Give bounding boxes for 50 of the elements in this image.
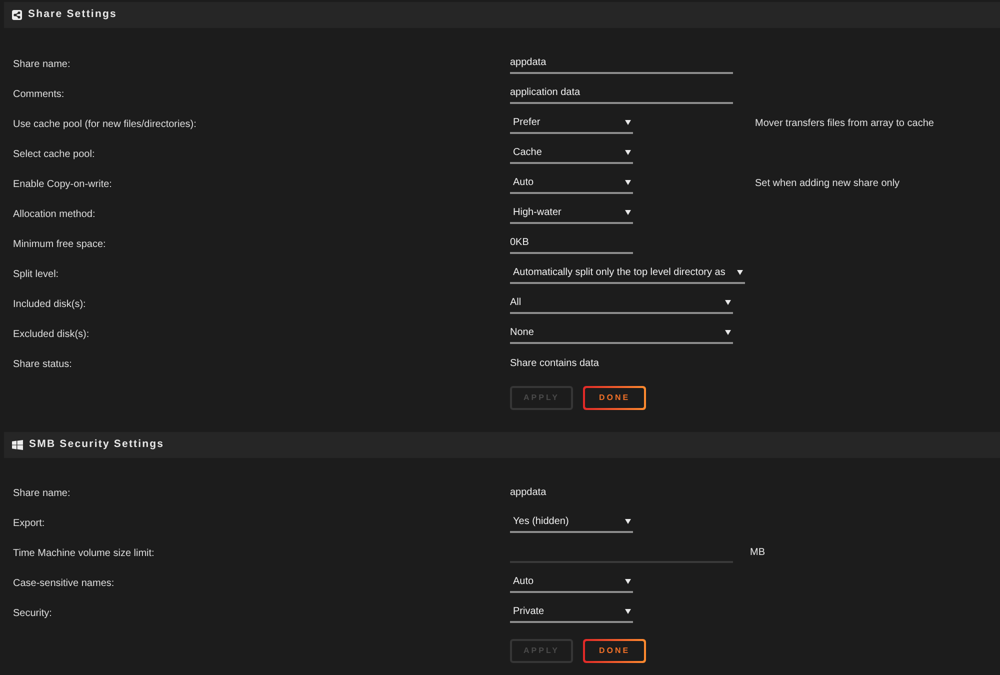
field-label: Use cache pool (for new files/directories): <box>13 119 196 130</box>
select-dropdown[interactable]: High-water <box>510 202 633 224</box>
share-icon <box>12 10 22 20</box>
field-label: Security: <box>13 608 52 619</box>
section-title: SMB Security Settings <box>29 437 164 452</box>
select-dropdown[interactable]: Automatically split only the top level directory as <box>510 262 746 284</box>
windows-logo-icon <box>12 440 23 450</box>
caret-icon <box>725 330 731 334</box>
select-dropdown[interactable]: Yes (hidden) <box>510 511 633 533</box>
caret-icon <box>625 120 631 124</box>
select-dropdown[interactable]: Cache <box>510 142 633 164</box>
value-text: appdata <box>510 486 546 500</box>
caret-icon <box>625 608 631 614</box>
unit-label: MB <box>750 546 765 560</box>
field-label: Export: <box>13 518 45 529</box>
field-label: Minimum free space: <box>13 239 106 250</box>
caret-icon <box>625 150 631 154</box>
field-label: Allocation method: <box>13 209 96 220</box>
field-label: Excluded disk(s): <box>13 329 90 340</box>
select-dropdown[interactable]: Private <box>510 601 633 623</box>
done-button[interactable]: DONE <box>583 639 646 663</box>
hint-text: Mover transfers files from array to cache <box>755 116 934 130</box>
caret-icon <box>725 300 731 304</box>
input-field[interactable]: application data <box>510 82 733 104</box>
field-label: Select cache pool: <box>13 149 95 160</box>
field-label: Case-sensitive names: <box>13 578 114 589</box>
caret-icon <box>625 210 631 214</box>
field-label: Time Machine volume size limit: <box>13 548 154 559</box>
hint-text: Set when adding new share only <box>755 176 900 190</box>
caret-icon <box>625 180 631 184</box>
input-field[interactable]: 0KB <box>510 232 633 254</box>
input-field[interactable]: appdata <box>510 52 733 74</box>
done-button[interactable]: DONE <box>583 386 646 410</box>
caret-icon <box>625 578 631 584</box>
field-label: Share name: <box>13 488 70 499</box>
field-label: Enable Copy-on-write: <box>13 179 112 190</box>
select-dropdown[interactable]: None <box>510 322 733 344</box>
select-dropdown[interactable]: Auto <box>510 571 633 593</box>
field-label: Included disk(s): <box>13 299 86 310</box>
select-dropdown[interactable]: All <box>510 292 733 314</box>
select-dropdown[interactable]: Auto <box>510 172 633 194</box>
section-title: Share Settings <box>28 7 117 22</box>
field-label: Share name: <box>13 59 70 70</box>
field-label: Share status: <box>13 359 72 370</box>
field-label: Comments: <box>13 89 64 100</box>
field-label: Split level: <box>13 269 59 280</box>
value-text: Share contains data <box>510 356 599 370</box>
caret-icon <box>625 518 631 524</box>
select-dropdown[interactable]: Prefer <box>510 112 633 134</box>
caret-icon <box>737 270 744 274</box>
